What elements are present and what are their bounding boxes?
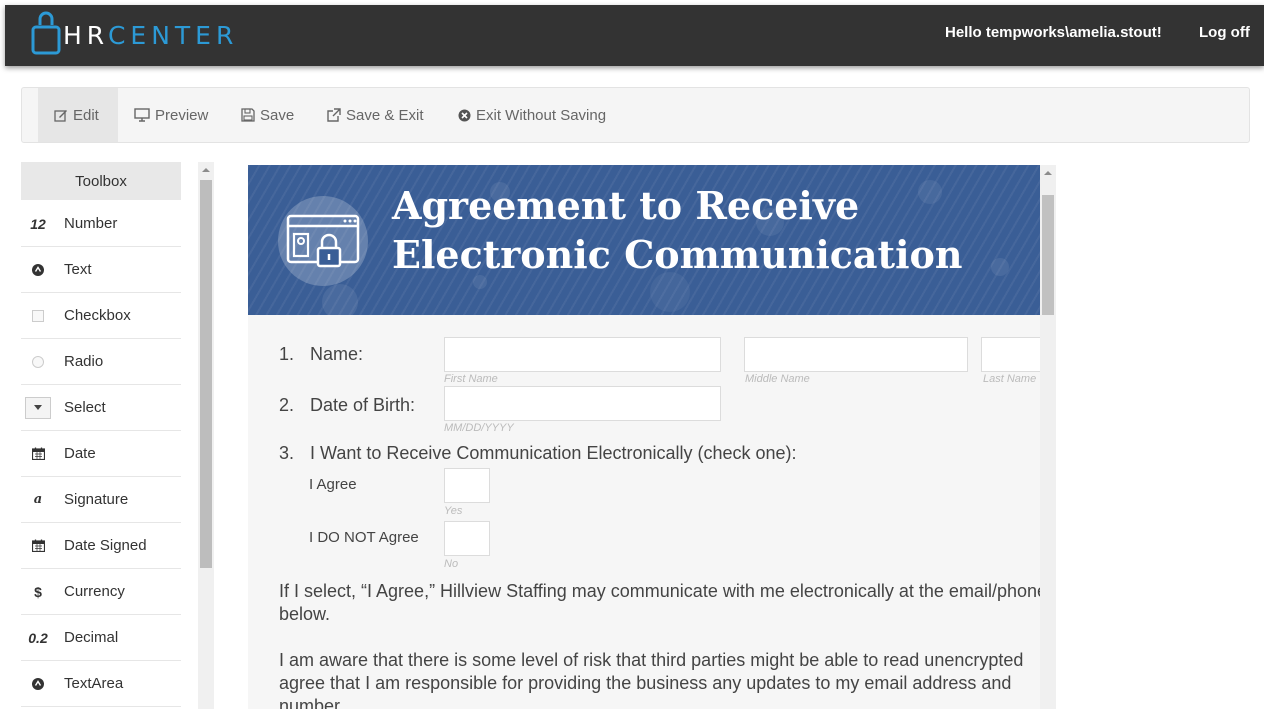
- middle-name-field[interactable]: [744, 337, 968, 372]
- top-navbar: HRCENTER Hello tempworks\amelia.stout! L…: [5, 5, 1264, 66]
- lock-logo-icon: [31, 11, 61, 55]
- toolbox-item-text[interactable]: Text: [21, 247, 181, 293]
- first-name-hint: First Name: [444, 373, 498, 385]
- middle-name-hint: Middle Name: [745, 373, 810, 385]
- calendar-icon: [21, 539, 55, 552]
- toolbox-scrollbar-thumb[interactable]: [200, 180, 212, 568]
- toolbox-item-label: Date: [64, 445, 96, 462]
- dollar-icon: $: [34, 583, 42, 600]
- toolbox-item-currency[interactable]: $ Currency: [21, 569, 181, 615]
- question-3-number: 3.: [279, 443, 295, 463]
- toolbox-item-decimal[interactable]: 0.2 Decimal: [21, 615, 181, 661]
- toolbox-item-select[interactable]: Select: [21, 385, 181, 431]
- hrcenter-logo[interactable]: HRCENTER: [31, 11, 238, 55]
- toolbox-header: Toolbox: [21, 162, 181, 200]
- toolbox-item-label: Date Signed: [64, 537, 147, 554]
- document-canvas: Agreement to Receive Electronic Communic…: [248, 165, 1040, 709]
- toolbox-item-textarea[interactable]: TextArea: [21, 661, 181, 707]
- number-icon: 12: [30, 215, 46, 232]
- preview-label: Preview: [155, 106, 209, 124]
- toolbox-item-label: TextArea: [64, 675, 124, 692]
- editor-toolbar: Edit Preview Save Save & Exit Exit Witho…: [21, 87, 1250, 143]
- edit-label: Edit: [73, 106, 99, 124]
- title-line-1: Agreement to Receive: [392, 183, 860, 228]
- preview-button[interactable]: Preview: [134, 88, 208, 142]
- document-scrollbar-thumb[interactable]: [1042, 195, 1054, 315]
- toolbox-item-label: Decimal: [64, 629, 119, 646]
- disagree-hint: No: [444, 558, 459, 570]
- disagree-checkbox[interactable]: [444, 521, 490, 556]
- question-2-number: 2.: [279, 395, 295, 415]
- question-1-label: Name:: [310, 344, 364, 364]
- title-line-2: Electronic Communication: [392, 232, 963, 277]
- user-greeting: Hello tempworks\amelia.stout!: [945, 24, 1162, 41]
- toolbox-item-label: Text: [64, 261, 92, 278]
- last-name-hint: Last Name: [983, 373, 1037, 385]
- paragraph-line: If I select, “I Agree,” Hillview Staffin…: [279, 581, 1040, 601]
- radio-icon: [21, 355, 55, 368]
- last-name-field[interactable]: [981, 337, 1040, 372]
- scroll-up-arrow-icon[interactable]: [202, 168, 210, 172]
- signature-icon: a: [33, 492, 43, 507]
- exit-without-saving-button[interactable]: Exit Without Saving: [458, 88, 606, 142]
- checkbox-icon: [21, 309, 55, 322]
- toolbox-item-label: Currency: [64, 583, 125, 600]
- toolbox-item-label: Signature: [64, 491, 129, 508]
- edit-button[interactable]: Edit: [38, 88, 118, 142]
- consent-paragraph-2: I am aware that there is some level of r…: [279, 649, 1040, 709]
- paragraph-line: number.: [279, 696, 345, 709]
- document-banner: Agreement to Receive Electronic Communic…: [248, 165, 1040, 315]
- disagree-label: I DO NOT Agree: [309, 529, 419, 546]
- exit-without-saving-label: Exit Without Saving: [476, 106, 607, 124]
- toolbox-item-checkbox[interactable]: Checkbox: [21, 293, 181, 339]
- toolbox-item-radio[interactable]: Radio: [21, 339, 181, 385]
- agree-hint: Yes: [444, 505, 463, 517]
- monitor-icon: [134, 108, 150, 122]
- toolbox-item-label: Checkbox: [64, 307, 131, 324]
- date-of-birth-field[interactable]: [444, 386, 721, 421]
- question-2-label: Date of Birth:: [310, 395, 416, 415]
- calendar-icon: [21, 447, 55, 460]
- document-title: Agreement to Receive Electronic Communic…: [392, 181, 962, 279]
- question-3-label: I Want to Receive Communication Electron…: [310, 443, 797, 463]
- logo-hr-text: HR: [63, 21, 108, 50]
- decimal-icon: 0.2: [28, 629, 48, 646]
- save-exit-label: Save & Exit: [346, 106, 424, 124]
- scroll-up-arrow-icon[interactable]: [1044, 171, 1052, 175]
- toolbox-item-date-signed[interactable]: Date Signed: [21, 523, 181, 569]
- paragraph-line: below.: [279, 604, 331, 624]
- logo-center-text: CENTER: [107, 21, 239, 50]
- consent-paragraph-1: If I select, “I Agree,” Hillview Staffin…: [279, 580, 1040, 626]
- text-circle-icon: [21, 263, 55, 276]
- browser-lock-icon: [278, 196, 368, 286]
- external-link-icon: [326, 108, 341, 122]
- save-label: Save: [260, 106, 295, 124]
- toolbox-item-label: Radio: [64, 353, 104, 370]
- edit-icon: [54, 108, 68, 122]
- toolbox-item-signature[interactable]: a Signature: [21, 477, 181, 523]
- toolbox-item-date[interactable]: Date: [21, 431, 181, 477]
- textarea-circle-icon: [21, 677, 55, 690]
- times-circle-icon: [458, 109, 471, 122]
- floppy-disk-icon: [241, 108, 255, 122]
- question-1-number: 1.: [279, 344, 295, 364]
- paragraph-line: I am aware that there is some level of r…: [279, 650, 1024, 670]
- toolbox-item-number[interactable]: 12 Number: [21, 201, 181, 247]
- select-dropdown-icon: [21, 396, 55, 419]
- first-name-field[interactable]: [444, 337, 721, 372]
- agree-label: I Agree: [309, 476, 357, 493]
- date-of-birth-hint: MM/DD/YYYY: [444, 422, 514, 434]
- save-button[interactable]: Save: [241, 88, 294, 142]
- logoff-link[interactable]: Log off: [1199, 24, 1250, 41]
- paragraph-line: agree that I am responsible for providin…: [279, 673, 1012, 693]
- toolbox-item-label: Select: [64, 399, 106, 416]
- agree-checkbox[interactable]: [444, 468, 490, 503]
- toolbox-item-label: Number: [64, 215, 118, 232]
- save-exit-button[interactable]: Save & Exit: [326, 88, 424, 142]
